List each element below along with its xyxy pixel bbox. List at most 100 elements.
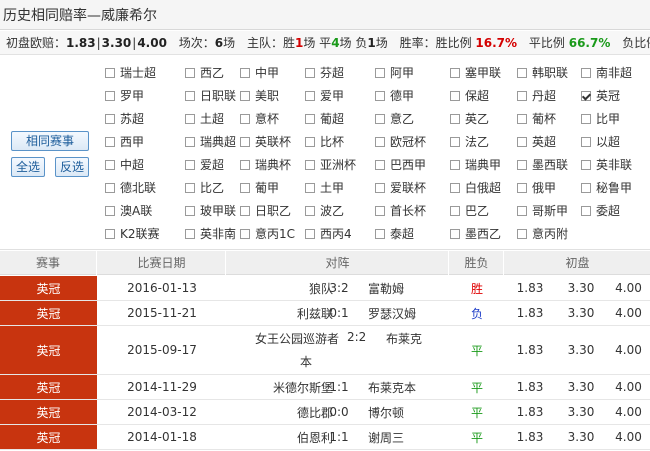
- league-option[interactable]: 英乙: [450, 108, 489, 130]
- table-row[interactable]: 英冠 2014-11-29 米德尔斯堡 1:1 布莱克本平 1.83 3.30 4.00: [0, 375, 650, 400]
- league-option[interactable]: 西丙4: [305, 223, 352, 245]
- league-option[interactable]: 欧冠杯: [375, 131, 426, 153]
- league-option[interactable]: 爱甲: [305, 85, 344, 107]
- league-option[interactable]: 委超: [581, 200, 620, 222]
- row-league[interactable]: 英冠: [0, 301, 97, 325]
- league-checkbox[interactable]: [375, 229, 385, 239]
- row-league[interactable]: 英冠: [0, 400, 97, 424]
- table-row[interactable]: 英冠 2015-09-17 女王公园巡游者 2:2 布莱克本 平 1.83 3.30 4.00: [0, 326, 650, 375]
- league-checkbox[interactable]: [105, 137, 115, 147]
- league-checkbox[interactable]: [375, 114, 385, 124]
- league-option[interactable]: 英非联: [581, 154, 632, 176]
- league-checkbox[interactable]: [185, 229, 195, 239]
- league-option[interactable]: 土甲: [305, 177, 344, 199]
- league-option[interactable]: 保超: [450, 85, 489, 107]
- league-checkbox[interactable]: [185, 183, 195, 193]
- league-checkbox[interactable]: [305, 160, 315, 170]
- invert-selection-button[interactable]: 反选: [55, 157, 89, 177]
- league-checkbox[interactable]: [450, 114, 460, 124]
- league-option[interactable]: 玻甲联: [185, 200, 236, 222]
- league-checkbox[interactable]: [105, 91, 115, 101]
- league-option[interactable]: 塞甲联: [450, 62, 501, 84]
- league-checkbox[interactable]: [375, 68, 385, 78]
- league-option[interactable]: 丹超: [517, 85, 556, 107]
- league-option[interactable]: 英非南: [185, 223, 236, 245]
- league-checkbox[interactable]: [240, 183, 250, 193]
- league-checkbox[interactable]: [185, 206, 195, 216]
- league-checkbox[interactable]: [240, 91, 250, 101]
- league-checkbox[interactable]: [517, 68, 527, 78]
- league-checkbox[interactable]: [517, 160, 527, 170]
- league-checkbox[interactable]: [305, 91, 315, 101]
- same-league-button[interactable]: 相同赛事: [11, 131, 89, 151]
- league-checkbox[interactable]: [375, 160, 385, 170]
- league-checkbox[interactable]: [105, 68, 115, 78]
- league-option[interactable]: 泰超: [375, 223, 414, 245]
- league-option[interactable]: 葡杯: [517, 108, 556, 130]
- away-team[interactable]: 布莱克: [386, 330, 422, 347]
- row-match[interactable]: 米德尔斯堡 1:1 布莱克本: [228, 375, 448, 399]
- away-team[interactable]: 博尔顿: [368, 404, 404, 421]
- league-option[interactable]: 中超: [105, 154, 144, 176]
- table-row[interactable]: 英冠 2015-11-21 利兹联 0:1 罗瑟汉姆负 1.83 3.30 4.00: [0, 301, 650, 326]
- table-row[interactable]: 英冠 2016-01-13 狼队 3:2 富勒姆胜 1.83 3.30 4.00: [0, 276, 650, 301]
- league-checkbox[interactable]: [105, 183, 115, 193]
- league-option[interactable]: 瑞士超: [105, 62, 156, 84]
- league-option[interactable]: 英联杯: [240, 131, 291, 153]
- league-option[interactable]: 爱联杯: [375, 177, 426, 199]
- league-checkbox[interactable]: [105, 160, 115, 170]
- league-option[interactable]: 意丙1C: [240, 223, 295, 245]
- league-option[interactable]: 比乙: [185, 177, 224, 199]
- league-option[interactable]: 巴乙: [450, 200, 489, 222]
- league-checkbox[interactable]: [517, 206, 527, 216]
- league-checkbox[interactable]: [517, 229, 527, 239]
- row-match[interactable]: 德比郡 0:0 博尔顿: [228, 400, 448, 424]
- league-option[interactable]: 意丙附: [517, 223, 568, 245]
- away-team[interactable]: 罗瑟汉姆: [368, 305, 416, 322]
- league-checkbox[interactable]: [185, 114, 195, 124]
- league-checkbox[interactable]: [581, 91, 591, 101]
- league-checkbox[interactable]: [581, 68, 591, 78]
- league-option[interactable]: 南非超: [581, 62, 632, 84]
- league-option[interactable]: 瑞典杯: [240, 154, 291, 176]
- league-checkbox[interactable]: [581, 160, 591, 170]
- league-option[interactable]: 日职联: [185, 85, 236, 107]
- league-checkbox[interactable]: [581, 183, 591, 193]
- league-option[interactable]: 秘鲁甲: [581, 177, 632, 199]
- away-team[interactable]: 布莱克本: [368, 379, 416, 396]
- select-all-button[interactable]: 全选: [11, 157, 45, 177]
- row-league[interactable]: 英冠: [0, 375, 97, 399]
- league-option[interactable]: 比杯: [305, 131, 344, 153]
- league-checkbox[interactable]: [305, 229, 315, 239]
- table-row[interactable]: 英冠 2014-03-12 德比郡 0:0 博尔顿平 1.83 3.30 4.00: [0, 400, 650, 425]
- league-option[interactable]: 亚洲杯: [305, 154, 356, 176]
- league-option[interactable]: 俄甲: [517, 177, 556, 199]
- league-option[interactable]: 白俄超: [450, 177, 501, 199]
- row-league[interactable]: 英冠: [0, 326, 97, 374]
- league-option[interactable]: 意乙: [375, 108, 414, 130]
- league-checkbox[interactable]: [581, 114, 591, 124]
- league-option[interactable]: K2联赛: [105, 223, 160, 245]
- league-checkbox[interactable]: [517, 114, 527, 124]
- league-option[interactable]: 墨西联: [517, 154, 568, 176]
- league-checkbox[interactable]: [185, 68, 195, 78]
- row-match[interactable]: 利兹联 0:1 罗瑟汉姆: [228, 301, 448, 325]
- league-option[interactable]: 西乙: [185, 62, 224, 84]
- league-checkbox[interactable]: [450, 160, 460, 170]
- league-checkbox[interactable]: [105, 229, 115, 239]
- league-option[interactable]: 罗甲: [105, 85, 144, 107]
- table-row[interactable]: 英冠 2014-01-18 伯恩利 1:1 谢周三平 1.83 3.30 4.00: [0, 425, 650, 450]
- league-option[interactable]: 比甲: [581, 108, 620, 130]
- league-checkbox[interactable]: [185, 137, 195, 147]
- league-option[interactable]: 日职乙: [240, 200, 291, 222]
- league-checkbox[interactable]: [581, 137, 591, 147]
- league-option[interactable]: 波乙: [305, 200, 344, 222]
- league-checkbox[interactable]: [305, 206, 315, 216]
- league-checkbox[interactable]: [581, 206, 591, 216]
- league-checkbox[interactable]: [517, 183, 527, 193]
- league-option[interactable]: 意杯: [240, 108, 279, 130]
- league-option[interactable]: 英冠: [581, 85, 620, 107]
- home-team[interactable]: 女王公园巡游者: [255, 330, 339, 347]
- league-checkbox[interactable]: [185, 160, 195, 170]
- league-checkbox[interactable]: [517, 137, 527, 147]
